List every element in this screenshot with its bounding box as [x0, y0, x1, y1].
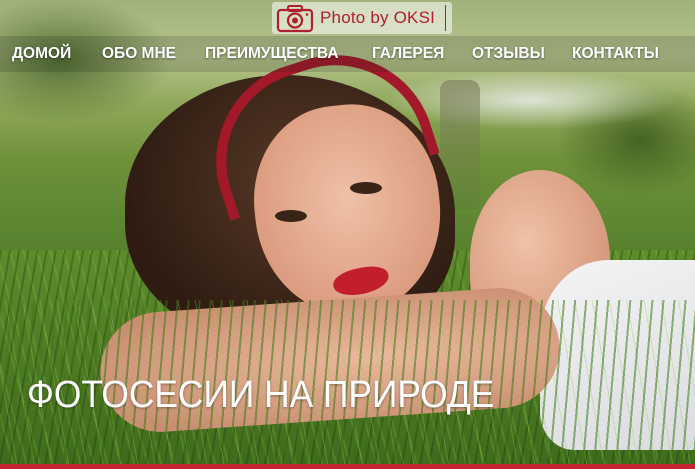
logo-divider — [445, 5, 447, 31]
nav-item-reviews[interactable]: ОТЗЫВЫ — [472, 45, 545, 63]
camera-icon — [276, 5, 314, 33]
site-logo[interactable]: Photo by OKSI — [272, 2, 453, 34]
nav-item-contacts[interactable]: КОНТАКТЫ — [572, 45, 659, 63]
hero-headline: ФОТОСЕСИИ НА ПРИРОДЕ — [27, 374, 495, 416]
accent-bar — [0, 464, 695, 469]
nav-item-about[interactable]: ОБО МНЕ — [102, 45, 176, 63]
photo-eye-left — [275, 210, 307, 222]
main-nav: ДОМОЙ ОБО МНЕ ПРЕИМУЩЕСТВА ГАЛЕРЕЯ ОТЗЫВ… — [0, 36, 695, 72]
photo-eye-right — [350, 182, 382, 194]
photo-dress — [540, 260, 695, 450]
nav-item-advantages[interactable]: ПРЕИМУЩЕСТВА — [205, 45, 339, 63]
nav-item-home[interactable]: ДОМОЙ — [12, 45, 71, 63]
nav-item-gallery[interactable]: ГАЛЕРЕЯ — [372, 45, 444, 63]
logo-text: Photo by OKSI — [320, 8, 436, 27]
